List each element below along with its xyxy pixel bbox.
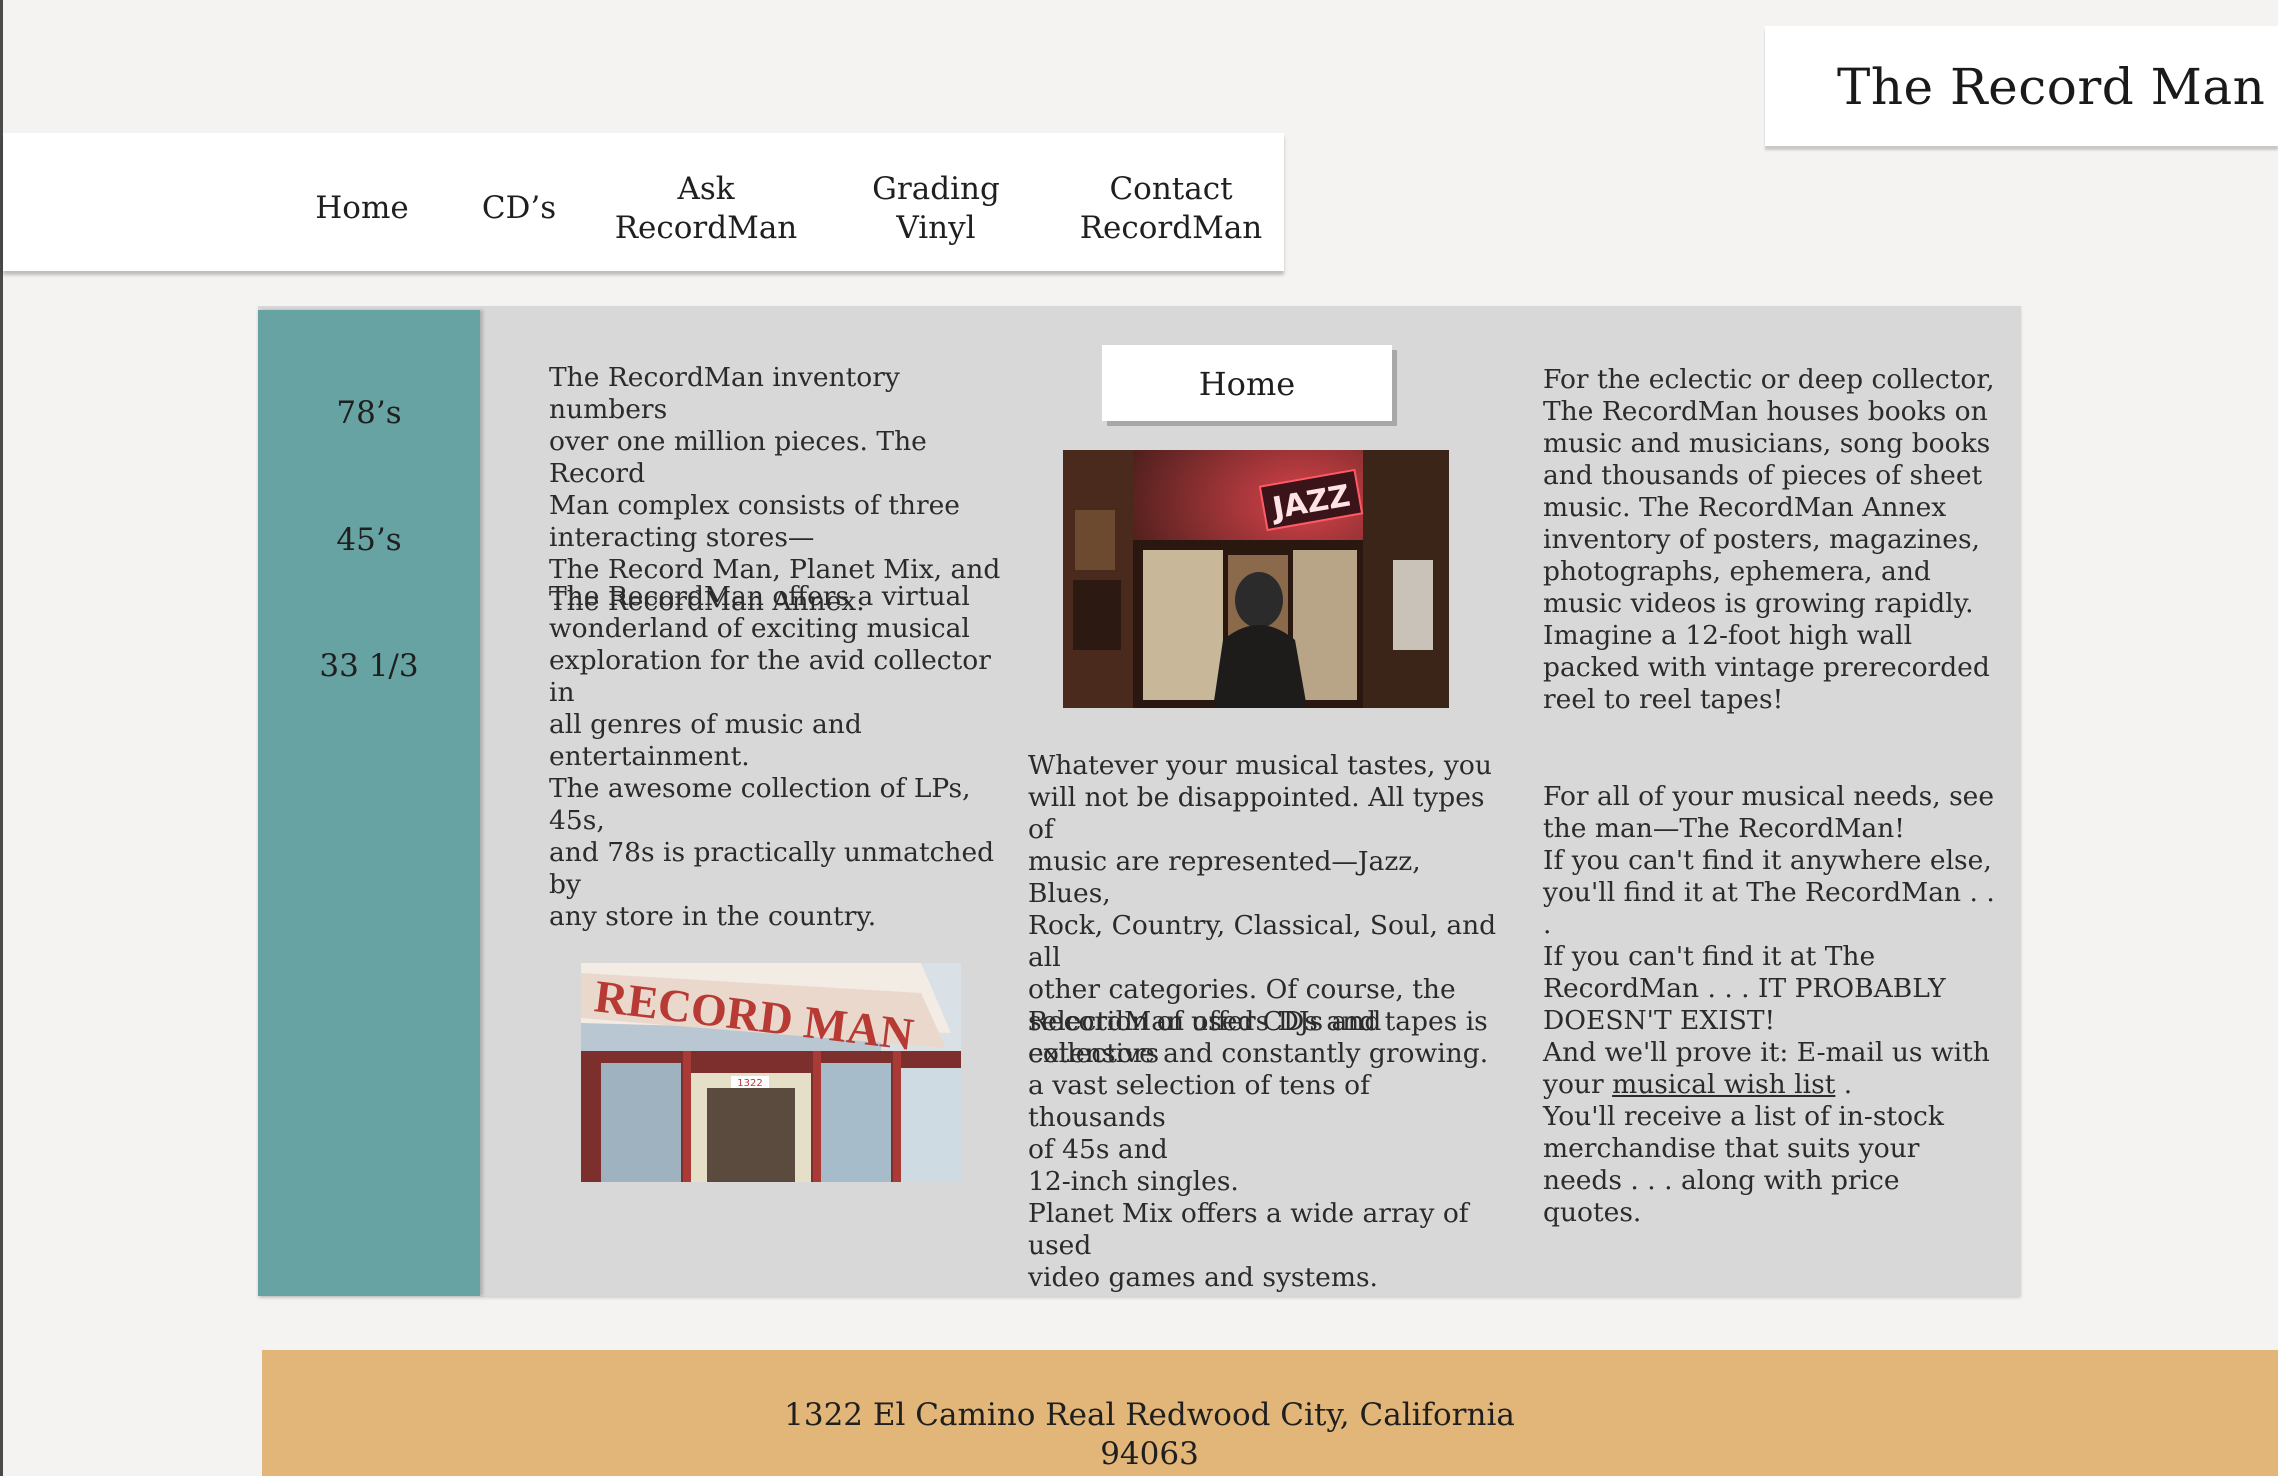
intro-paragraph: The RecordMan inventory numbers over one…	[549, 362, 1001, 617]
nav-cds[interactable]: CD’s	[469, 189, 569, 228]
musical-needs-paragraph: For all of your musical needs, see the m…	[1543, 781, 2003, 1229]
storefront-photo: RECORD MAN 1322	[581, 963, 961, 1182]
footer-address: 1322 El Camino Real Redwood City, Califo…	[784, 1397, 1515, 1472]
eclectic-collector-paragraph: For the eclectic or deep collector, The …	[1543, 364, 1995, 715]
page-badge: Home	[1102, 345, 1392, 421]
storefront-number: 1322	[737, 1078, 762, 1089]
sidebar-item-78s[interactable]: 78’s	[258, 395, 480, 431]
footer: 1322 El Camino Real Redwood City, Califo…	[262, 1350, 2278, 1476]
format-sidebar: 78’s 45’s 33 1/3	[258, 310, 480, 1296]
jazz-store-photo: JAZZ	[1063, 450, 1449, 708]
sidebar-item-33-1-3[interactable]: 33 1/3	[258, 648, 480, 684]
nav-home[interactable]: Home	[307, 189, 417, 228]
nav-contact-recordman[interactable]: Contact RecordMan	[1066, 170, 1276, 248]
main-nav: Home CD’s Ask RecordMan Grading Vinyl Co…	[3, 133, 1284, 271]
page-badge-label: Home	[1198, 365, 1296, 403]
nav-ask-recordman[interactable]: Ask RecordMan	[606, 170, 806, 248]
nav-grading-vinyl[interactable]: Grading Vinyl	[851, 170, 1021, 248]
site-title-box: The Record Man	[1765, 26, 2278, 146]
djs-collectors-paragraph: RecordMan offers DJs and collectors a va…	[1028, 1006, 1469, 1293]
wonderland-paragraph: The RecordMan offers a virtual wonderlan…	[549, 581, 991, 772]
musical-needs-text: For all of your musical needs, see the m…	[1543, 781, 1995, 1100]
musical-wish-list-link[interactable]: musical wish list	[1612, 1069, 1835, 1100]
site-title: The Record Man	[1837, 58, 2266, 116]
collection-paragraph: The awesome collection of LPs, 45s, and …	[549, 773, 995, 932]
sidebar-item-45s[interactable]: 45’s	[258, 522, 480, 558]
